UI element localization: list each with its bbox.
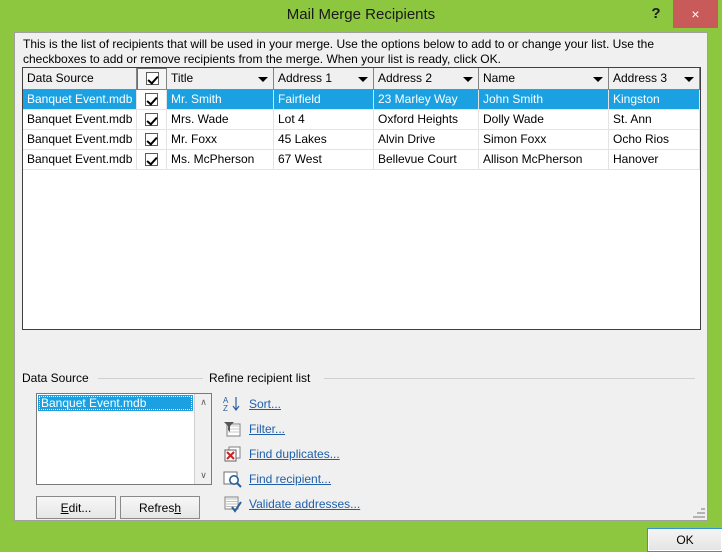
checkbox-checked-icon[interactable] <box>145 133 158 147</box>
grid-column-header-label: Name <box>483 71 516 85</box>
grid-column-header[interactable]: Address 1 <box>274 68 374 90</box>
grid-header-select-all-checkbox[interactable] <box>137 68 167 90</box>
refine-option-link[interactable]: Sort... <box>249 397 281 411</box>
data-source-group-label: Data Source <box>22 371 94 385</box>
table-row[interactable]: Banquet Event.mdb Ms. McPherson 67 West Bel… <box>23 150 700 170</box>
table-cell: Banquet Event.mdb <box>23 150 137 170</box>
table-row[interactable]: Banquet Event.mdb Mr. Smith Fairfield 23 Ma… <box>23 90 700 110</box>
table-cell: Fairfield <box>274 90 374 110</box>
checkbox-checked-icon[interactable] <box>145 113 158 127</box>
resize-grip[interactable] <box>693 506 705 518</box>
refine-option-link[interactable]: Filter... <box>249 422 285 436</box>
edit-button[interactable]: Edit... <box>36 496 116 519</box>
table-cell: Banquet Event.mdb <box>23 110 137 130</box>
ok-button[interactable]: OK <box>647 528 722 552</box>
title-bar: Mail Merge Recipients ? × <box>0 0 722 32</box>
refine-option-link[interactable]: Find recipient... <box>249 472 331 486</box>
grid-column-header[interactable]: Address 3 <box>609 68 700 90</box>
chevron-down-icon[interactable] <box>258 77 268 82</box>
edit-button-label: dit... <box>68 500 92 515</box>
validate-addresses-icon <box>223 495 243 513</box>
edit-button-accel: E <box>60 500 69 515</box>
grid-column-header-label: Title <box>171 71 194 85</box>
table-cell: Mrs. Wade <box>167 110 274 130</box>
table-cell: Mr. Foxx <box>167 130 274 150</box>
grid-column-header[interactable]: Data Source <box>23 68 137 90</box>
table-cell: Allison McPherson <box>479 150 609 170</box>
table-cell: Dolly Wade <box>479 110 609 130</box>
mail-merge-recipients-dialog: Mail Merge Recipients ? × This is the li… <box>0 0 722 552</box>
row-include-checkbox[interactable] <box>137 130 167 150</box>
table-cell: Lot 4 <box>274 110 374 130</box>
refine-group-label: Refine recipient list <box>209 371 316 385</box>
refresh-button[interactable]: Refresh <box>120 496 200 519</box>
refine-option-link[interactable]: Validate addresses... <box>249 497 360 511</box>
grid-column-header-label: Address 3 <box>613 71 668 85</box>
table-cell: 23 Marley Way <box>374 90 479 110</box>
row-include-checkbox[interactable] <box>137 150 167 170</box>
table-cell: Hanover <box>609 150 700 170</box>
chevron-down-icon[interactable] <box>358 77 368 82</box>
table-cell: Banquet Event.mdb <box>23 90 137 110</box>
checkbox-checked-icon[interactable] <box>145 153 158 167</box>
chevron-down-icon[interactable] <box>463 77 473 82</box>
table-cell: Kingston <box>609 90 700 110</box>
refresh-button-accel: h <box>174 500 182 515</box>
data-source-list-item[interactable]: Banquet Event.mdb <box>38 395 193 411</box>
svg-text:Z: Z <box>223 404 228 413</box>
scroll-up-icon[interactable]: ∧ <box>195 394 212 411</box>
grid-column-header-label: Data Source <box>27 71 94 85</box>
table-row[interactable]: Banquet Event.mdb Mr. Foxx 45 Lakes Alvin D… <box>23 130 700 150</box>
grid-column-header-label: Address 1 <box>278 71 333 85</box>
chevron-down-icon[interactable] <box>684 77 694 82</box>
data-source-listbox[interactable]: Banquet Event.mdb ∧ ∨ <box>36 393 212 485</box>
find-recipient-icon <box>223 470 243 488</box>
data-source-scrollbar[interactable]: ∧ ∨ <box>194 394 211 484</box>
refresh-button-label: Refres <box>138 500 175 515</box>
grid-header-row: Data Source Title Address 1 Address 2 Name Ad… <box>23 68 700 90</box>
table-cell: Simon Foxx <box>479 130 609 150</box>
table-cell: Oxford Heights <box>374 110 479 130</box>
dialog-client-area: This is the list of recipients that will… <box>14 32 722 552</box>
row-include-checkbox[interactable] <box>137 110 167 130</box>
help-button[interactable]: ? <box>643 0 669 28</box>
row-include-checkbox[interactable] <box>137 90 167 110</box>
table-cell: St. Ann <box>609 110 700 130</box>
grid-column-header-label: Address 2 <box>378 71 433 85</box>
table-cell: Ms. McPherson <box>167 150 274 170</box>
find-duplicates-icon <box>223 445 243 463</box>
table-cell: Banquet Event.mdb <box>23 130 137 150</box>
table-cell: Mr. Smith <box>167 90 274 110</box>
grid-column-header[interactable]: Name <box>479 68 609 90</box>
sort-az-icon: AZ <box>223 395 243 413</box>
grid-body: Banquet Event.mdb Mr. Smith Fairfield 23 Ma… <box>23 90 700 170</box>
checkbox-checked-icon[interactable] <box>145 72 159 85</box>
close-button[interactable]: × <box>673 0 718 28</box>
window-title: Mail Merge Recipients <box>286 6 436 23</box>
table-cell: Bellevue Court <box>374 150 479 170</box>
refine-option-link[interactable]: Find duplicates... <box>249 447 340 461</box>
grid-column-header[interactable]: Title <box>167 68 274 90</box>
grid-column-header[interactable]: Address 2 <box>374 68 479 90</box>
data-source-group-rule <box>98 378 203 379</box>
table-cell: Alvin Drive <box>374 130 479 150</box>
table-cell: 67 West <box>274 150 374 170</box>
instruction-text: This is the list of recipients that will… <box>23 37 654 66</box>
table-row[interactable]: Banquet Event.mdb Mrs. Wade Lot 4 Oxford He… <box>23 110 700 130</box>
filter-icon <box>223 420 243 438</box>
table-cell: Ocho Rios <box>609 130 700 150</box>
chevron-down-icon[interactable] <box>593 77 603 82</box>
scroll-down-icon[interactable]: ∨ <box>195 467 212 484</box>
table-cell: 45 Lakes <box>274 130 374 150</box>
refine-group-rule <box>324 378 695 379</box>
recipients-grid[interactable]: Data Source Title Address 1 Address 2 Name Ad… <box>22 67 701 330</box>
checkbox-checked-icon[interactable] <box>145 93 158 107</box>
table-cell: John Smith <box>479 90 609 110</box>
